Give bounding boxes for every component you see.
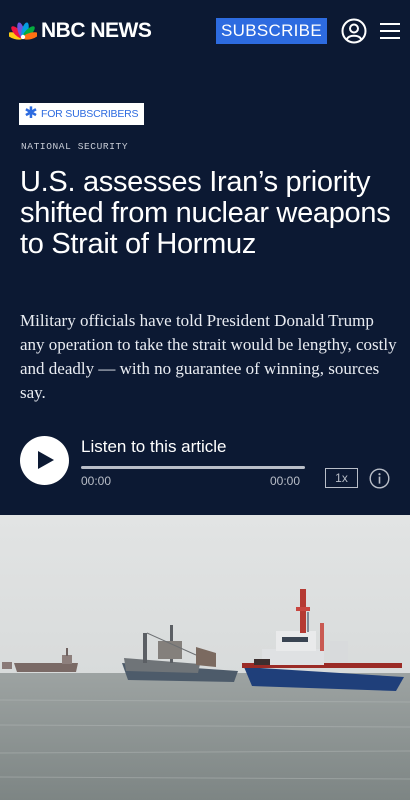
nbc-news-logo[interactable]: NBC NEWS: [9, 19, 152, 43]
play-icon: [38, 451, 54, 469]
subscriber-badge: ✱ FOR SUBSCRIBERS: [19, 103, 144, 125]
subscribe-button[interactable]: SUBSCRIBE: [216, 18, 327, 44]
hero-image[interactable]: [0, 515, 410, 800]
playback-speed-button[interactable]: 1x: [325, 468, 358, 488]
peacock-logo-icon: [9, 21, 37, 41]
play-button[interactable]: [20, 436, 69, 485]
article-headline: U.S. assesses Iran’s priority shifted fr…: [20, 166, 391, 260]
badge-label: FOR SUBSCRIBERS: [41, 108, 139, 120]
duration: 00:00: [270, 474, 301, 488]
brand-name: NBC NEWS: [41, 19, 152, 42]
site-header: NBC NEWS SUBSCRIBE: [0, 0, 410, 62]
ships-at-sea-photo: [0, 515, 410, 800]
audio-player: Listen to this article 00:00 00:00 1x: [0, 430, 410, 500]
listen-label: Listen to this article: [81, 437, 227, 456]
info-icon[interactable]: [369, 468, 390, 489]
section-label[interactable]: NATIONAL SECURITY: [21, 140, 128, 154]
current-time: 00:00: [81, 474, 112, 488]
progress-slider[interactable]: [81, 466, 305, 469]
article-dek: Military officials have told President D…: [20, 311, 397, 402]
hamburger-menu-icon[interactable]: [379, 21, 401, 41]
star-icon: ✱: [24, 105, 38, 122]
user-circle-icon[interactable]: [341, 18, 367, 44]
